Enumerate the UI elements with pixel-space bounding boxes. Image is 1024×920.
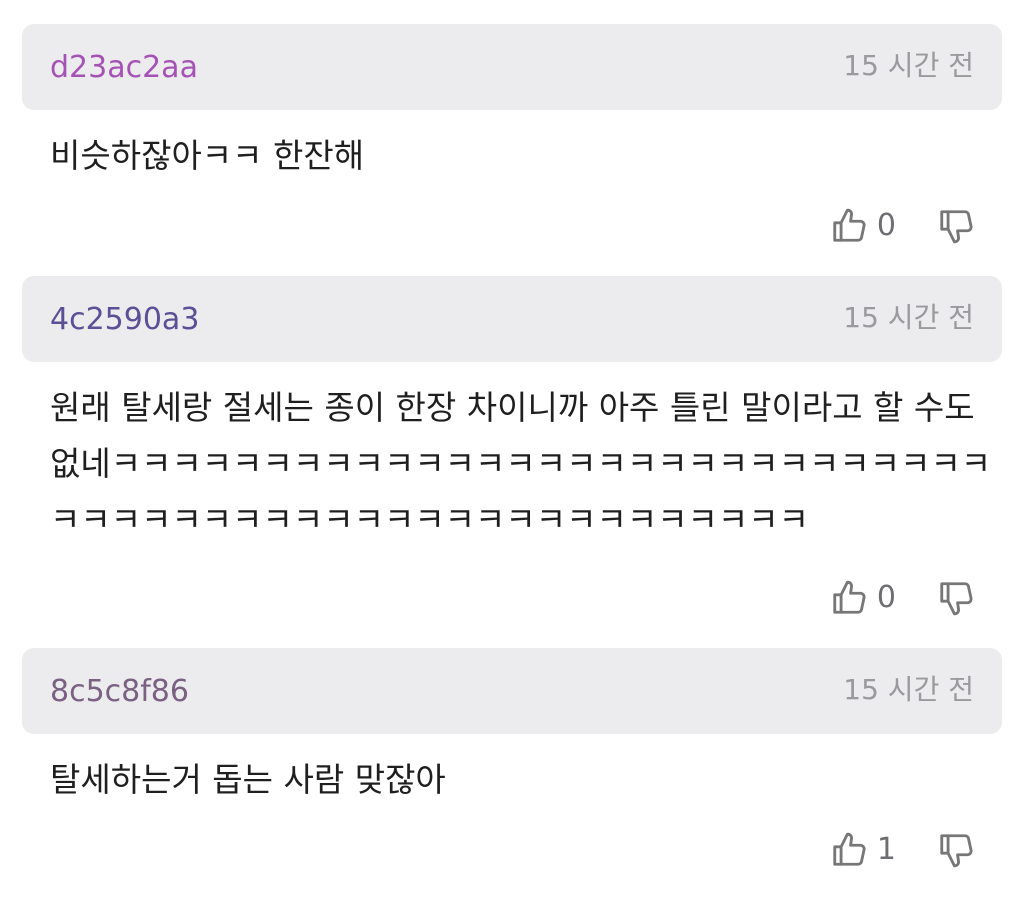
comment-actions: 1 <box>829 828 976 872</box>
comment-timestamp: 15 시간 전 <box>843 301 974 334</box>
comment-text: 비슷하잖아ㅋㅋ 한잔해 <box>50 136 365 175</box>
thumbs-up-icon <box>833 580 866 614</box>
thumbs-up-icon <box>833 208 866 242</box>
comment-text: 탈세하는거 돕는 사람 맞잖아 <box>50 760 446 799</box>
comment-actions: 0 <box>829 576 976 620</box>
comment-actions: 0 <box>829 204 976 248</box>
thumbs-down-icon <box>940 834 973 868</box>
comment-author[interactable]: d23ac2aa <box>50 50 198 86</box>
like-button[interactable] <box>829 828 869 872</box>
like-count: 0 <box>876 208 896 243</box>
comment-timestamp: 15 시간 전 <box>843 673 974 706</box>
comment-timestamp: 15 시간 전 <box>843 49 974 82</box>
like-count: 1 <box>876 832 896 867</box>
comment-author[interactable]: 8c5c8f86 <box>50 674 189 710</box>
dislike-button[interactable] <box>936 576 976 620</box>
comment-author[interactable]: 4c2590a3 <box>50 302 199 338</box>
comment-text: 원래 탈세랑 절세는 종이 한장 차이니까 아주 틀린 말이라고 할 수도 없네… <box>50 388 992 539</box>
comment-header: 8c5c8f86 15 시간 전 <box>22 648 1002 734</box>
comment-header: 4c2590a3 15 시간 전 <box>22 276 1002 362</box>
thumbs-down-icon <box>940 582 973 616</box>
dislike-button[interactable] <box>936 828 976 872</box>
thumbs-down-icon <box>940 210 973 244</box>
like-button[interactable] <box>829 204 869 248</box>
like-count: 0 <box>876 580 896 615</box>
like-button[interactable] <box>829 576 869 620</box>
thumbs-up-icon <box>833 832 866 866</box>
dislike-button[interactable] <box>936 204 976 248</box>
comment-header: d23ac2aa 15 시간 전 <box>22 24 1002 110</box>
